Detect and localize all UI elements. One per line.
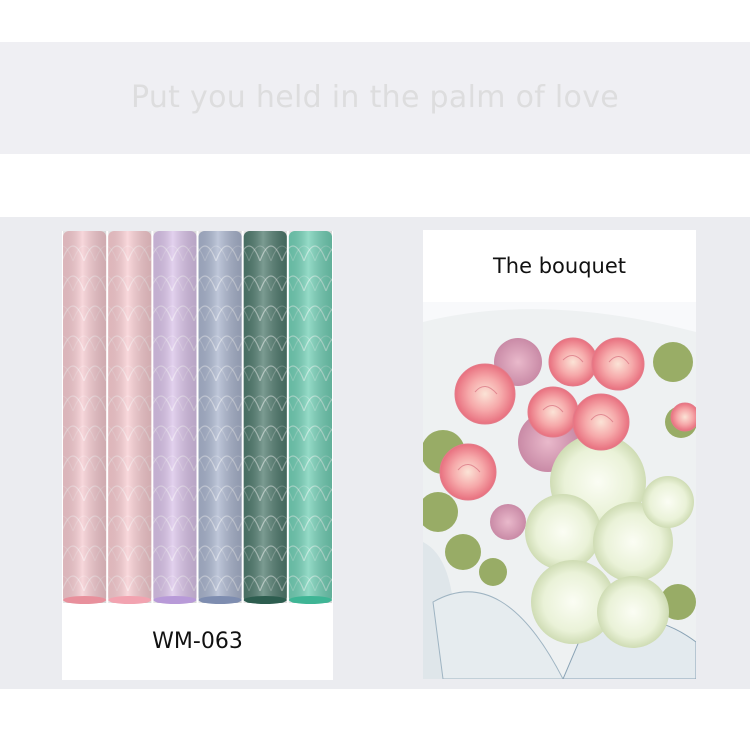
bouquet-card: The bouquet <box>423 230 696 679</box>
paper-roll <box>63 231 107 604</box>
product-panel: WM-063 The bouquet <box>0 217 750 689</box>
paper-roll <box>198 231 242 604</box>
paper-roll <box>243 231 287 604</box>
paper-rolls-image <box>62 231 333 606</box>
banner: Put you held in the palm of love <box>0 42 750 154</box>
bouquet-title: The bouquet <box>492 254 626 278</box>
paper-roll <box>153 231 197 604</box>
paper-roll <box>108 231 152 604</box>
bouquet-illustration <box>423 302 696 679</box>
product-card: WM-063 <box>62 231 333 680</box>
paper-roll <box>288 231 332 604</box>
product-code: WM-063 <box>152 629 243 654</box>
paper-rolls-graphic <box>63 231 332 604</box>
banner-slogan: Put you held in the palm of love <box>130 80 620 115</box>
bouquet-photo <box>423 302 696 679</box>
